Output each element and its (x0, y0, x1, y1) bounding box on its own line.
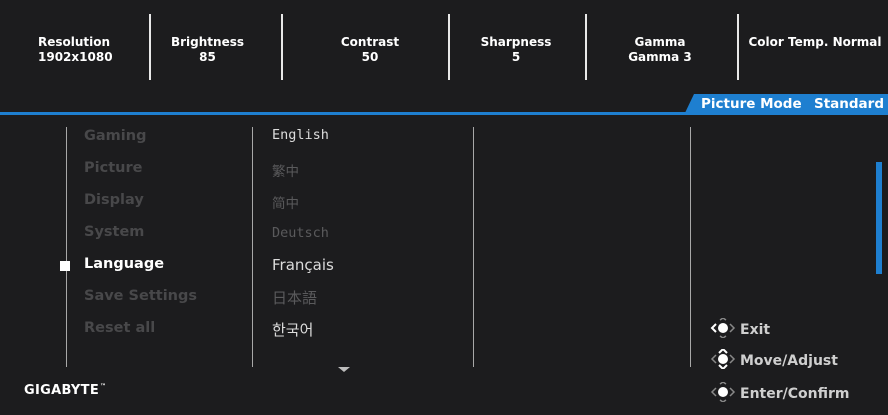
status-brightness: Brightness 85 (170, 35, 245, 65)
picture-mode-tab: Picture Mode Standard (684, 94, 888, 115)
status-sharpness-label: Sharpness (480, 35, 552, 49)
language-option-traditional-chinese[interactable]: 繁中 (272, 160, 299, 180)
status-gamma: Gamma Gamma 3 (620, 35, 700, 65)
language-option-japanese[interactable]: 日本語 (272, 287, 317, 308)
joystick-press-icon (710, 381, 736, 406)
gigabyte-logo: GIGABYTE™ (24, 383, 106, 398)
hint-move-adjust: Move/Adjust (710, 347, 838, 373)
status-sharpness-value: 5 (511, 50, 521, 64)
menu-item-picture[interactable]: Picture (84, 160, 142, 176)
selection-marker (60, 261, 70, 271)
status-sharpness: Sharpness 5 (480, 35, 552, 65)
status-color-temp: Color Temp. Normal (742, 35, 888, 50)
status-divider (585, 14, 587, 80)
hint-move-adjust-label: Move/Adjust (740, 353, 838, 369)
menu-item-display[interactable]: Display (84, 192, 144, 208)
menu-item-gaming[interactable]: Gaming (84, 128, 146, 144)
menu-item-reset-all[interactable]: Reset all (84, 320, 155, 336)
status-brightness-value: 85 (199, 50, 216, 64)
hint-enter-confirm-label: Enter/Confirm (740, 386, 850, 402)
menu-column-divider (66, 127, 67, 367)
status-color-temp-label: Color Temp. Normal (748, 35, 882, 49)
status-contrast-label: Contrast (340, 35, 400, 49)
language-option-simplified-chinese[interactable]: 简中 (272, 192, 299, 212)
status-resolution-label: Resolution (38, 35, 111, 49)
menu-item-language[interactable]: Language (84, 256, 164, 272)
status-resolution-value: 1902x1080 (38, 50, 113, 64)
picture-mode-label: Picture Mode (701, 96, 802, 112)
value-column-divider (690, 127, 691, 367)
logo-trademark: ™ (100, 383, 107, 390)
status-divider (281, 14, 283, 80)
status-divider (448, 14, 450, 80)
hint-exit-label: Exit (740, 322, 771, 338)
hint-enter-confirm: Enter/Confirm (710, 381, 850, 406)
status-divider (149, 14, 151, 80)
language-option-german[interactable]: Deutsch (272, 225, 329, 241)
status-gamma-value: Gamma 3 (628, 50, 692, 64)
language-option-korean[interactable]: 한국어 (272, 319, 313, 340)
hint-exit: Exit (710, 317, 771, 342)
scrollbar[interactable] (876, 162, 882, 274)
status-resolution: Resolution 1902x1080 (38, 35, 113, 65)
joystick-left-icon (710, 317, 736, 342)
menu-item-save-settings[interactable]: Save Settings (84, 288, 197, 304)
logo-text: GIGABYTE (24, 383, 99, 398)
menu-item-system[interactable]: System (84, 224, 144, 240)
status-gamma-label: Gamma (634, 35, 686, 49)
submenu-column-divider (252, 127, 253, 367)
status-contrast: Contrast 50 (330, 35, 410, 65)
status-divider (737, 14, 739, 80)
joystick-updown-icon (710, 347, 736, 373)
status-brightness-label: Brightness (170, 35, 244, 49)
option-column-divider (473, 127, 474, 367)
chevron-down-icon[interactable] (338, 367, 350, 372)
picture-mode-value: Standard (814, 96, 884, 112)
language-option-french[interactable]: Français (272, 256, 334, 274)
language-option-english[interactable]: English (272, 127, 329, 143)
status-contrast-value: 50 (361, 50, 379, 64)
